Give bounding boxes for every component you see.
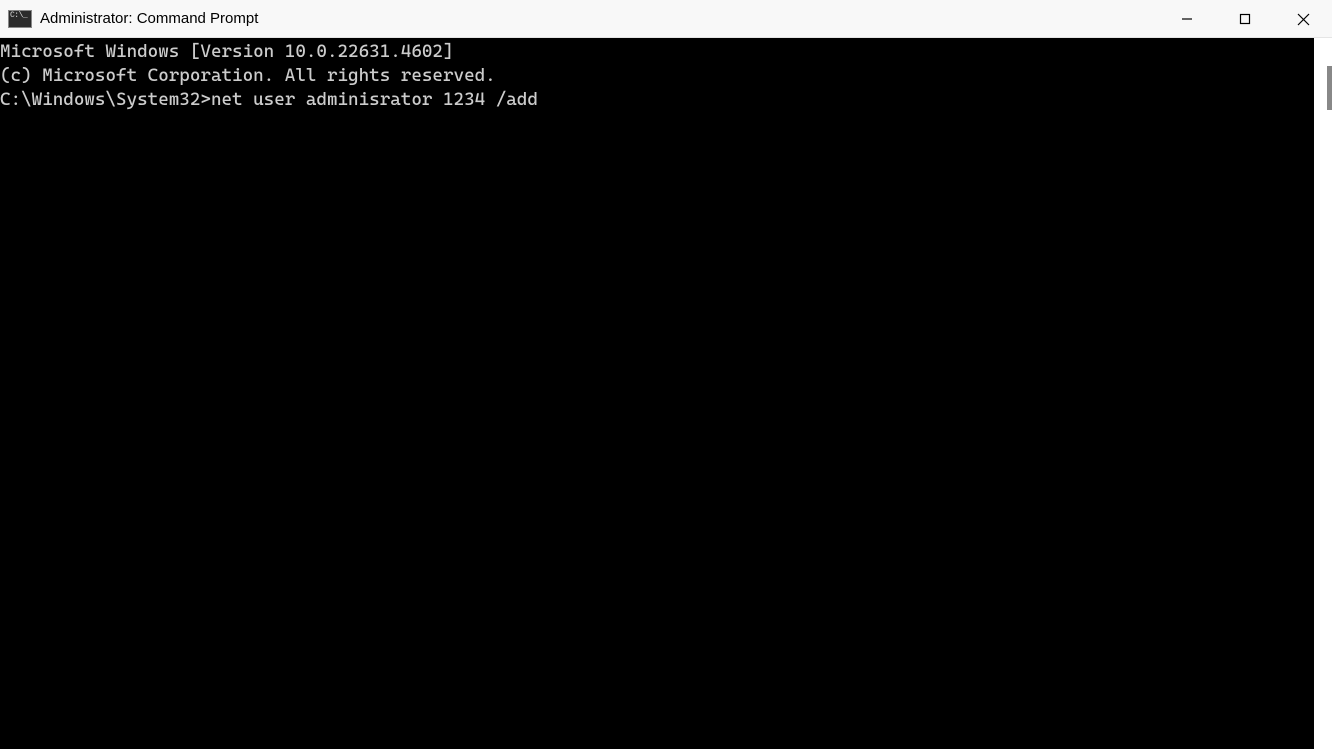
terminal-area: Microsoft Windows [Version 10.0.22631.46…: [0, 38, 1332, 749]
command-prompt-window: Administrator: Command Prompt Micr: [0, 0, 1332, 749]
close-icon: [1297, 13, 1310, 26]
terminal-output[interactable]: Microsoft Windows [Version 10.0.22631.46…: [0, 38, 1314, 749]
close-button[interactable]: [1274, 0, 1332, 38]
scrollbar-thumb[interactable]: [1327, 66, 1332, 110]
terminal-prompt: C:\Windows\System32>: [0, 89, 211, 110]
maximize-button[interactable]: [1216, 0, 1274, 38]
terminal-line: Microsoft Windows [Version 10.0.22631.46…: [0, 40, 1314, 64]
titlebar[interactable]: Administrator: Command Prompt: [0, 0, 1332, 38]
terminal-line: (c) Microsoft Corporation. All rights re…: [0, 64, 1314, 88]
window-controls: [1158, 0, 1332, 38]
minimize-button[interactable]: [1158, 0, 1216, 38]
terminal-command: net user adminisrator 1234 /add: [211, 89, 538, 110]
window-title: Administrator: Command Prompt: [40, 10, 258, 27]
cmd-icon: [8, 10, 32, 28]
vertical-scrollbar[interactable]: [1314, 38, 1332, 749]
minimize-icon: [1181, 13, 1193, 25]
terminal-prompt-line: C:\Windows\System32>net user adminisrato…: [0, 88, 1314, 112]
titlebar-left: Administrator: Command Prompt: [0, 10, 258, 28]
maximize-icon: [1239, 13, 1251, 25]
